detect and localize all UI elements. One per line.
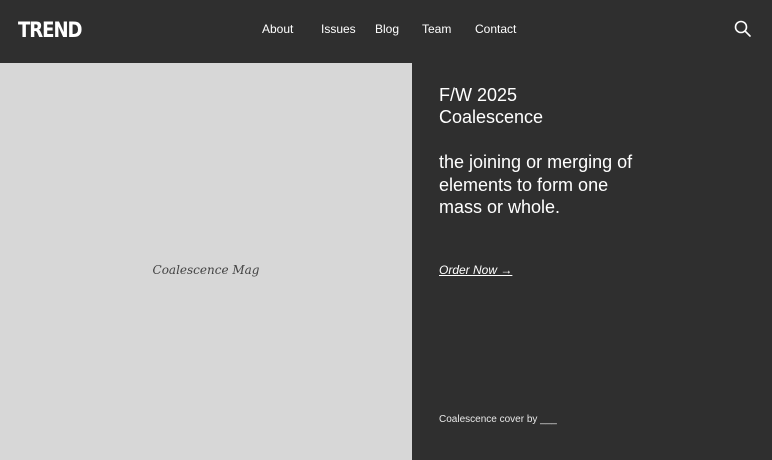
issue-title: Coalescence xyxy=(439,107,544,127)
issue-info-panel: F/W 2025 Coalescence the joining or merg… xyxy=(412,63,772,460)
issue-definition: the joining or merging of elements to fo… xyxy=(439,152,633,217)
issue-season: F/W 2025 xyxy=(439,85,518,105)
search-button[interactable] xyxy=(733,19,753,39)
nav-blog[interactable]: Blog xyxy=(375,21,399,37)
nav-contact[interactable]: Contact xyxy=(475,21,516,37)
nav-about[interactable]: About xyxy=(262,21,293,37)
brand-logo[interactable]: TREND xyxy=(18,18,83,42)
order-now-link[interactable]: Order Now → xyxy=(439,262,512,278)
site-header: TREND About Issues Blog Team Contact xyxy=(0,0,772,63)
nav-issues[interactable]: Issues xyxy=(321,21,356,37)
cover-credit: Coalescence cover by ___ xyxy=(439,414,557,425)
cover-image-placeholder: Coalescence Mag xyxy=(0,63,412,460)
search-icon xyxy=(734,20,751,37)
nav-team[interactable]: Team xyxy=(422,21,451,37)
cover-caption: Coalescence Mag xyxy=(152,263,260,277)
